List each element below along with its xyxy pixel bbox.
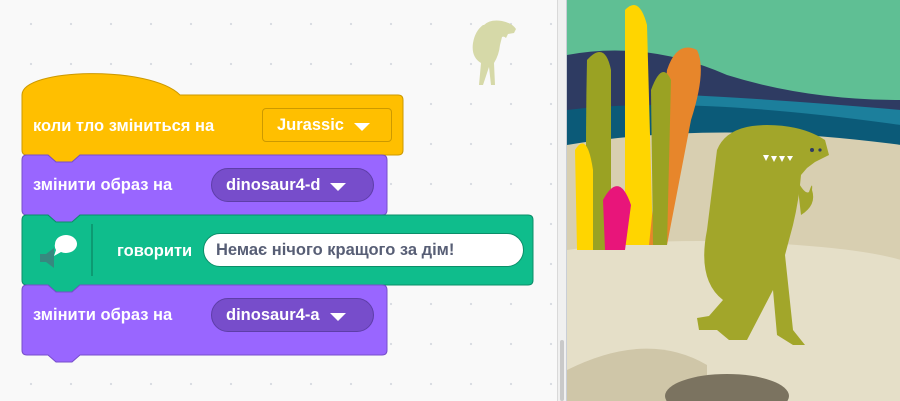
costume-dropdown-value: dinosaur4-a (226, 305, 320, 324)
switch-costume-label: змінити образ на (33, 306, 173, 324)
stage[interactable] (566, 0, 900, 401)
costume-dropdown-value: dinosaur4-d (226, 175, 321, 194)
backdrop-dropdown[interactable]: Jurassic (262, 108, 392, 142)
stage-backdrop (567, 0, 900, 401)
say-message-input[interactable]: Немає нічого кращого за дім! (203, 233, 524, 267)
code-workspace[interactable]: коли тло зміниться на Jurassic змінити о… (0, 0, 557, 401)
scrollbar-thumb[interactable] (560, 340, 564, 401)
workspace-scrollbar[interactable] (557, 0, 566, 401)
say-block-label: говорити (117, 242, 193, 260)
costume-dropdown[interactable]: dinosaur4-d (211, 168, 374, 202)
switch-costume-label: змінити образ на (33, 176, 173, 194)
dropdown-arrow-icon (353, 122, 370, 131)
speech-bubble-speaker-icon (40, 234, 77, 268)
costume-dropdown[interactable]: dinosaur4-a (211, 298, 374, 332)
dropdown-arrow-icon (329, 312, 346, 321)
backdrop-dropdown-value: Jurassic (277, 115, 344, 134)
hat-block-label: коли тло зміниться на (33, 117, 215, 135)
dropdown-arrow-icon (330, 182, 347, 191)
